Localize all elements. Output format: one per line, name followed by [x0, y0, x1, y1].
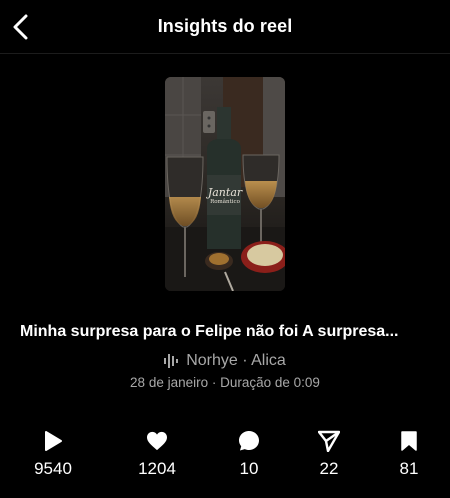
likes-stat[interactable]: 1204	[122, 430, 192, 480]
comments-stat[interactable]: 10	[214, 430, 284, 480]
plays-count: 9540	[34, 459, 72, 478]
audio-waveform-icon	[164, 354, 179, 368]
reel-insights-screen: Insights do reel Jantar Romântico Minha …	[0, 0, 450, 498]
comment-icon	[239, 431, 259, 451]
header: Insights do reel	[0, 0, 450, 54]
comments-count: 10	[239, 459, 259, 478]
thumbnail-subtitle: Romântico	[210, 199, 240, 205]
reel-caption[interactable]: Minha surpresa para o Felipe não foi A s…	[20, 323, 432, 341]
reel-date-duration: 28 de janeiro · Duração de 0:09	[130, 375, 320, 390]
audio-attribution[interactable]: Norhye · Alica	[0, 352, 450, 370]
page-title: Insights do reel	[157, 16, 293, 36]
shares-stat[interactable]: 22	[294, 430, 364, 480]
plays-stat[interactable]: 9540	[18, 430, 88, 480]
thumbnail-image	[165, 77, 285, 291]
reel-thumbnail[interactable]: Jantar Romântico	[165, 77, 285, 291]
share-icon	[318, 430, 340, 452]
saves-count: 81	[399, 459, 419, 478]
likes-count: 1204	[138, 459, 176, 478]
stats-row: 9540 1204 10 22 81	[0, 430, 450, 480]
heart-icon	[147, 431, 167, 451]
thumbnail-title: Jantar	[207, 186, 243, 199]
bookmark-icon	[401, 431, 417, 451]
audio-text: Norhye · Alica	[186, 352, 286, 369]
shares-count: 22	[319, 459, 339, 478]
saves-stat[interactable]: 81	[374, 430, 444, 480]
play-icon	[45, 431, 62, 451]
